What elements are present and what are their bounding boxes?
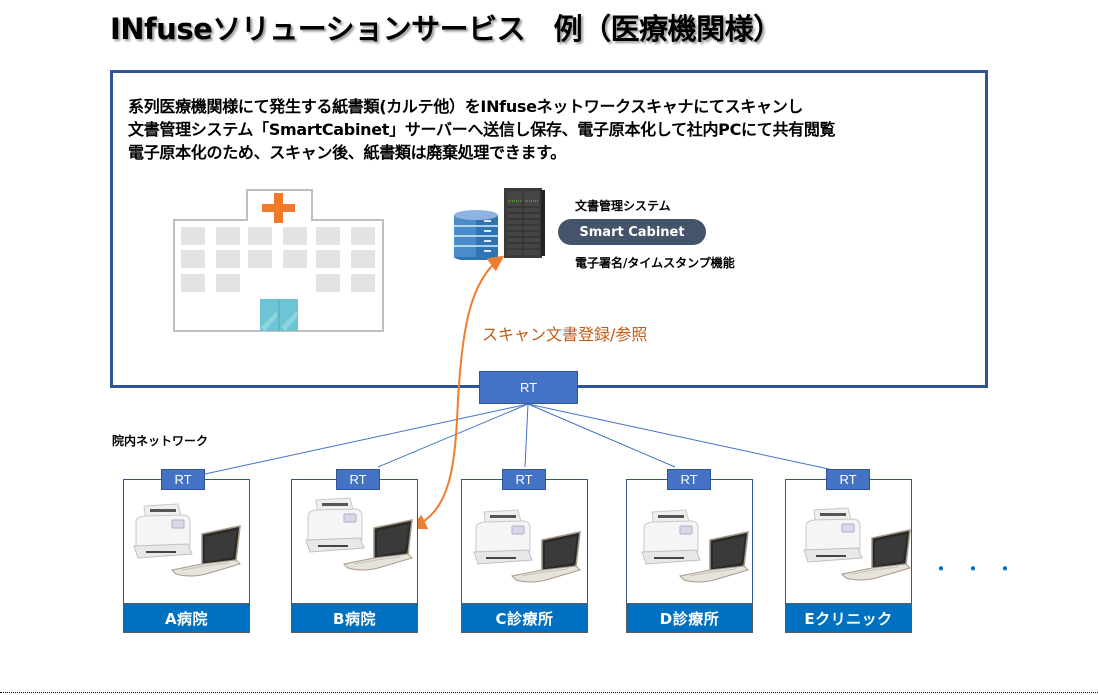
server-rack-icon [504,188,545,258]
more-sites-indicator: ・・・ [931,557,1027,581]
scanner-icon [305,497,365,553]
site-router-d: RT [667,469,711,490]
link-to-b [377,403,529,468]
database-icon [454,210,498,260]
site-label-b: B病院 [291,603,418,633]
scanner-icon [473,509,533,565]
link-to-d [527,403,676,468]
scanner-icon [133,503,193,559]
signature-timestamp-label: 電子署名/タイムスタンプ機能 [575,256,735,270]
site-label-c: C診療所 [461,603,588,633]
page-title: INfuseソリューションサービス 例（医療機関様） [110,12,782,46]
device-group-c [472,506,584,590]
scan-flow-label: スキャン文書登録/参照 [482,325,648,344]
smart-cabinet-badge: Smart Cabinet [558,219,706,245]
device-group-e [802,504,914,588]
description-line-3: 電子原本化のため、スキャン後、紙書類は廃棄処理できます。 [128,143,567,162]
site-label-d: D診療所 [626,603,753,633]
link-to-e [527,403,839,472]
device-group-a [132,500,244,584]
site-router-e: RT [826,469,870,490]
site-router-a: RT [161,469,205,490]
site-label-a: A病院 [123,603,250,633]
device-group-b [304,494,416,578]
description-line-1: 系列医療機関様にて発生する紙書類(カルテ他）をINfuseネットワークスキャナに… [128,97,804,116]
site-label-e: Eクリニック [785,603,912,633]
document-system-label: 文書管理システム [575,199,671,213]
link-to-c [524,403,529,468]
bottom-divider [0,692,1098,693]
site-router-b: RT [336,469,380,490]
scanner-icon [641,509,701,565]
device-group-d [640,506,752,590]
link-to-a [204,403,529,475]
hospital-building-icon [173,189,384,332]
site-router-c: RT [502,469,546,490]
scanner-icon [803,507,863,563]
main-router: RT [479,371,578,404]
description-line-2: 文書管理システム「SmartCabinet」サーバーへ送信し保存、電子原本化して… [128,120,836,139]
network-label: 院内ネットワーク [112,434,209,448]
